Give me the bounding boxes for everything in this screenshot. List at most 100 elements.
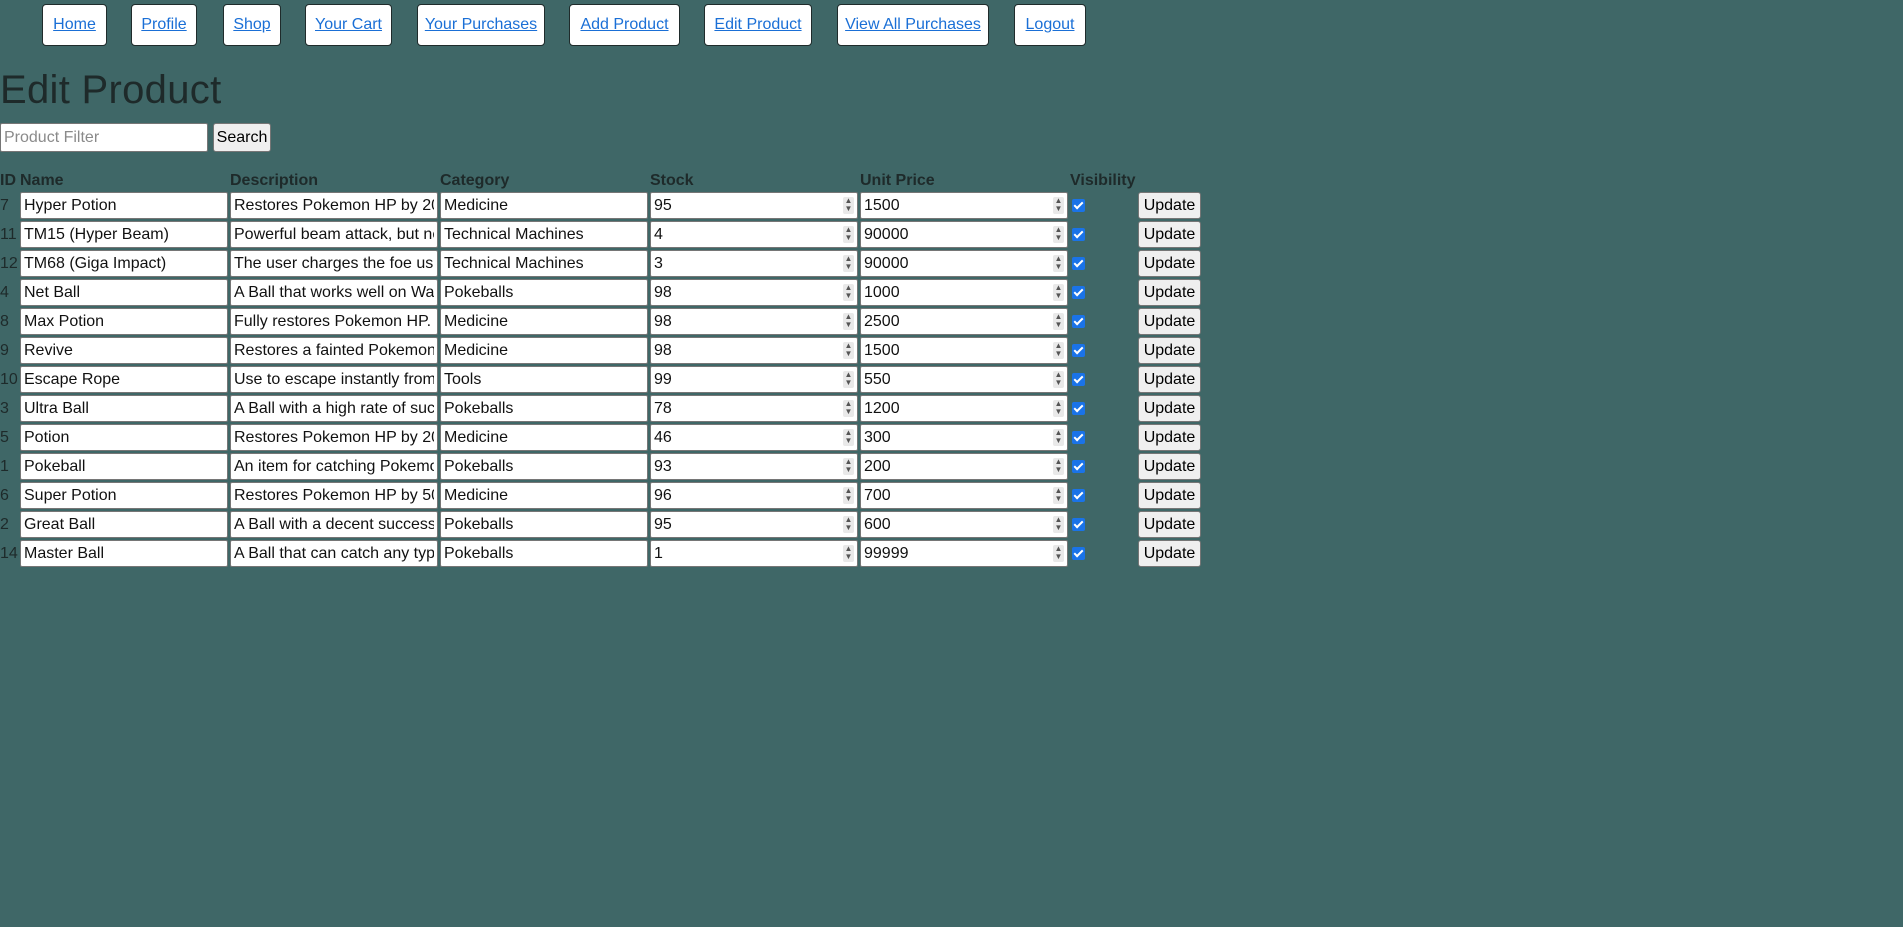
name-field[interactable] (20, 337, 228, 364)
name-field[interactable] (20, 308, 228, 335)
update-button[interactable]: Update (1138, 511, 1201, 538)
stock-field[interactable] (650, 308, 858, 335)
spin-arrows-icon[interactable]: ▲ ▼ (843, 545, 854, 562)
stock-field[interactable] (650, 395, 858, 422)
unit-price-field[interactable] (860, 511, 1068, 538)
name-field[interactable] (20, 221, 228, 248)
description-field[interactable] (230, 337, 438, 364)
unit-price-field[interactable] (860, 482, 1068, 509)
category-field[interactable] (440, 337, 648, 364)
stock-field[interactable] (650, 424, 858, 451)
nav-link-shop[interactable]: Shop (233, 16, 270, 34)
category-field[interactable] (440, 308, 648, 335)
update-button[interactable]: Update (1138, 395, 1201, 422)
update-button[interactable]: Update (1138, 366, 1201, 393)
visibility-checkbox[interactable] (1072, 431, 1085, 444)
update-button[interactable]: Update (1138, 279, 1201, 306)
update-button[interactable]: Update (1138, 424, 1201, 451)
description-field[interactable] (230, 366, 438, 393)
spin-arrows-icon[interactable]: ▲ ▼ (1053, 400, 1064, 417)
visibility-checkbox[interactable] (1072, 228, 1085, 241)
description-field[interactable] (230, 540, 438, 567)
spin-arrows-icon[interactable]: ▲ ▼ (843, 255, 854, 272)
category-field[interactable] (440, 395, 648, 422)
spin-arrows-icon[interactable]: ▲ ▼ (843, 226, 854, 243)
name-field[interactable] (20, 192, 228, 219)
spin-arrows-icon[interactable]: ▲ ▼ (843, 284, 854, 301)
spin-arrows-icon[interactable]: ▲ ▼ (1053, 226, 1064, 243)
name-field[interactable] (20, 511, 228, 538)
spin-arrows-icon[interactable]: ▲ ▼ (1053, 371, 1064, 388)
update-button[interactable]: Update (1138, 192, 1201, 219)
unit-price-field[interactable] (860, 250, 1068, 277)
description-field[interactable] (230, 221, 438, 248)
spin-arrows-icon[interactable]: ▲ ▼ (1053, 255, 1064, 272)
visibility-checkbox[interactable] (1072, 547, 1085, 560)
stock-field[interactable] (650, 511, 858, 538)
update-button[interactable]: Update (1138, 337, 1201, 364)
spin-arrows-icon[interactable]: ▲ ▼ (1053, 197, 1064, 214)
stock-field[interactable] (650, 192, 858, 219)
spin-arrows-icon[interactable]: ▲ ▼ (843, 371, 854, 388)
category-field[interactable] (440, 366, 648, 393)
spin-arrows-icon[interactable]: ▲ ▼ (843, 516, 854, 533)
stock-field[interactable] (650, 221, 858, 248)
nav-link-view-all-purchases[interactable]: View All Purchases (845, 16, 981, 34)
visibility-checkbox[interactable] (1072, 489, 1085, 502)
search-button[interactable]: Search (213, 123, 271, 152)
stock-field[interactable] (650, 337, 858, 364)
description-field[interactable] (230, 453, 438, 480)
update-button[interactable]: Update (1138, 250, 1201, 277)
spin-arrows-icon[interactable]: ▲ ▼ (1053, 487, 1064, 504)
stock-field[interactable] (650, 482, 858, 509)
visibility-checkbox[interactable] (1072, 257, 1085, 270)
category-field[interactable] (440, 424, 648, 451)
description-field[interactable] (230, 308, 438, 335)
name-field[interactable] (20, 453, 228, 480)
spin-arrows-icon[interactable]: ▲ ▼ (843, 197, 854, 214)
stock-field[interactable] (650, 453, 858, 480)
stock-field[interactable] (650, 279, 858, 306)
visibility-checkbox[interactable] (1072, 373, 1085, 386)
unit-price-field[interactable] (860, 540, 1068, 567)
unit-price-field[interactable] (860, 395, 1068, 422)
visibility-checkbox[interactable] (1072, 315, 1085, 328)
stock-field[interactable] (650, 250, 858, 277)
name-field[interactable] (20, 395, 228, 422)
unit-price-field[interactable] (860, 308, 1068, 335)
unit-price-field[interactable] (860, 279, 1068, 306)
spin-arrows-icon[interactable]: ▲ ▼ (843, 313, 854, 330)
spin-arrows-icon[interactable]: ▲ ▼ (1053, 516, 1064, 533)
spin-arrows-icon[interactable]: ▲ ▼ (1053, 342, 1064, 359)
visibility-checkbox[interactable] (1072, 460, 1085, 473)
category-field[interactable] (440, 511, 648, 538)
update-button[interactable]: Update (1138, 308, 1201, 335)
spin-arrows-icon[interactable]: ▲ ▼ (1053, 545, 1064, 562)
description-field[interactable] (230, 424, 438, 451)
spin-arrows-icon[interactable]: ▲ ▼ (843, 342, 854, 359)
category-field[interactable] (440, 482, 648, 509)
nav-link-add-product[interactable]: Add Product (580, 16, 668, 34)
update-button[interactable]: Update (1138, 453, 1201, 480)
nav-link-logout[interactable]: Logout (1026, 16, 1075, 34)
description-field[interactable] (230, 482, 438, 509)
description-field[interactable] (230, 395, 438, 422)
category-field[interactable] (440, 250, 648, 277)
visibility-checkbox[interactable] (1072, 344, 1085, 357)
category-field[interactable] (440, 192, 648, 219)
category-field[interactable] (440, 279, 648, 306)
unit-price-field[interactable] (860, 337, 1068, 364)
name-field[interactable] (20, 366, 228, 393)
spin-arrows-icon[interactable]: ▲ ▼ (1053, 313, 1064, 330)
spin-arrows-icon[interactable]: ▲ ▼ (1053, 458, 1064, 475)
nav-link-edit-product[interactable]: Edit Product (714, 16, 801, 34)
name-field[interactable] (20, 482, 228, 509)
visibility-checkbox[interactable] (1072, 199, 1085, 212)
spin-arrows-icon[interactable]: ▲ ▼ (1053, 429, 1064, 446)
name-field[interactable] (20, 424, 228, 451)
category-field[interactable] (440, 540, 648, 567)
name-field[interactable] (20, 540, 228, 567)
spin-arrows-icon[interactable]: ▲ ▼ (843, 487, 854, 504)
unit-price-field[interactable] (860, 453, 1068, 480)
visibility-checkbox[interactable] (1072, 402, 1085, 415)
